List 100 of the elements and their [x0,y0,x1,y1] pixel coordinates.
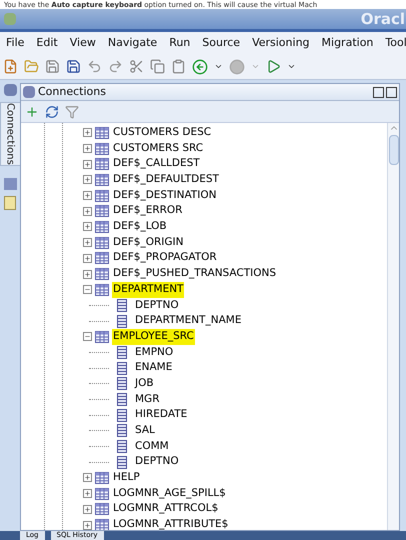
plus-icon [84,474,91,482]
table-icon [95,174,109,186]
caret-icon[interactable] [287,62,296,71]
table-icon [95,220,109,233]
plus-icon [84,208,91,215]
copy-icon[interactable] [150,59,165,74]
collapse-toggle[interactable] [83,332,92,342]
close-icon[interactable] [386,86,397,98]
table-name[interactable]: DEF$_DESTINATION [112,188,218,204]
column-name[interactable]: EMPNO [135,344,174,360]
column-name[interactable]: MGR [135,392,160,408]
refresh-icon[interactable] [45,104,59,118]
table-icon [95,126,109,139]
caret-icon[interactable] [214,62,223,71]
forward-icon[interactable] [229,58,245,74]
expand-toggle[interactable] [83,504,92,514]
table-name[interactable]: DEF$_PROPAGATOR [112,250,218,266]
redo-icon[interactable] [108,59,123,74]
table-icon [95,284,109,296]
table-name[interactable]: CUSTOMERS SRC [112,140,204,156]
menu-item[interactable]: Tool [385,34,406,52]
new-file-icon[interactable] [3,59,18,74]
column-name[interactable]: DEPTNO [135,298,179,314]
add-connection-icon[interactable] [25,104,39,118]
expand-toggle[interactable] [83,175,92,184]
column-name[interactable]: DEPTNO [135,454,179,470]
cut-icon[interactable] [129,59,144,74]
folder-icon[interactable] [4,196,16,210]
column-icon [117,377,127,390]
expand-toggle[interactable] [83,144,92,154]
plus-icon [84,223,91,230]
expand-toggle[interactable] [83,222,92,232]
run-sql-icon[interactable] [266,59,281,74]
filter-icon[interactable] [65,104,79,118]
table-name[interactable]: DEF$_CALLDEST [112,156,201,172]
column-icon [117,346,127,359]
table-name[interactable]: EMPLOYEE_SRC [112,328,195,345]
table-icon [95,472,109,484]
column-name[interactable]: JOB [135,376,154,392]
menu-item[interactable]: Migration [322,34,374,52]
paste-icon[interactable] [171,59,186,74]
restore-icon[interactable] [373,86,384,98]
menu-item[interactable]: Versioning [252,34,310,52]
expand-toggle[interactable] [83,160,92,169]
column-icon [117,393,127,406]
expand-toggle[interactable] [83,128,92,138]
column-name[interactable]: HIREDATE [135,407,188,424]
save-all-icon[interactable] [66,59,81,74]
table-icon [95,142,109,155]
table-name[interactable]: LOGMNR_AGE_SPILL$ [112,486,227,502]
expand-toggle[interactable] [83,191,92,200]
expand-toggle[interactable] [83,520,92,530]
table-icon [95,503,109,516]
side-tab[interactable]: Connections [0,102,20,166]
table-name[interactable]: DEF$_DEFAULTDEST [112,172,220,188]
table-name[interactable]: DEF$_LOB [112,219,168,235]
plus-icon [84,160,91,168]
back-icon[interactable] [192,58,208,74]
plus-icon [84,145,91,152]
column-icon [117,314,127,328]
table-icon [95,205,109,218]
table-name[interactable]: CUSTOMERS DESC [112,124,212,141]
table-icon [95,488,109,500]
column-name[interactable]: SAL [135,423,155,439]
menu-item[interactable]: Navigate [108,34,158,52]
table-icon [95,268,109,280]
table-name[interactable]: LOGMNR_ATTRIBUTE$ [112,517,230,530]
expand-toggle[interactable] [83,270,92,279]
table-name[interactable]: DEF$_PUSHED_TRANSACTIONS [112,266,278,282]
menu-item[interactable]: Run [169,34,190,52]
scroll-bar[interactable] [387,123,399,530]
open-folder-icon[interactable] [24,59,39,74]
collapse-toggle[interactable] [83,285,92,294]
menu-item[interactable]: Source [202,34,240,52]
column-icon [117,440,127,454]
expand-toggle[interactable] [83,238,92,248]
table-name[interactable]: DEPARTMENT [112,282,184,298]
plus-icon [84,129,91,136]
table-name[interactable]: DEF$_ORIGIN [112,234,184,251]
expand-toggle[interactable] [83,206,92,216]
table-icon [95,236,109,249]
column-name[interactable]: ENAME [135,360,172,376]
expand-toggle[interactable] [83,489,92,498]
save-icon[interactable] [45,59,60,74]
column-icon [117,424,127,438]
menu-item[interactable]: View [70,34,96,52]
expand-toggle[interactable] [83,254,92,263]
table-name[interactable]: LOGMNR_ATTRCOL$ [112,501,220,518]
column-name[interactable]: DEPARTMENT_NAME [135,313,242,329]
column-icon [117,408,127,422]
table-icon [95,190,109,202]
menu-item[interactable]: Edit [36,34,58,52]
undo-icon[interactable] [87,59,102,74]
plus-icon [84,270,91,278]
column-name[interactable]: COMM [135,438,169,454]
table-name[interactable]: DEF$_ERROR [112,203,184,220]
expand-toggle[interactable] [83,473,92,482]
plus-icon [84,176,91,184]
menu-item[interactable]: File [6,34,24,52]
table-name[interactable]: HELP [112,470,141,486]
